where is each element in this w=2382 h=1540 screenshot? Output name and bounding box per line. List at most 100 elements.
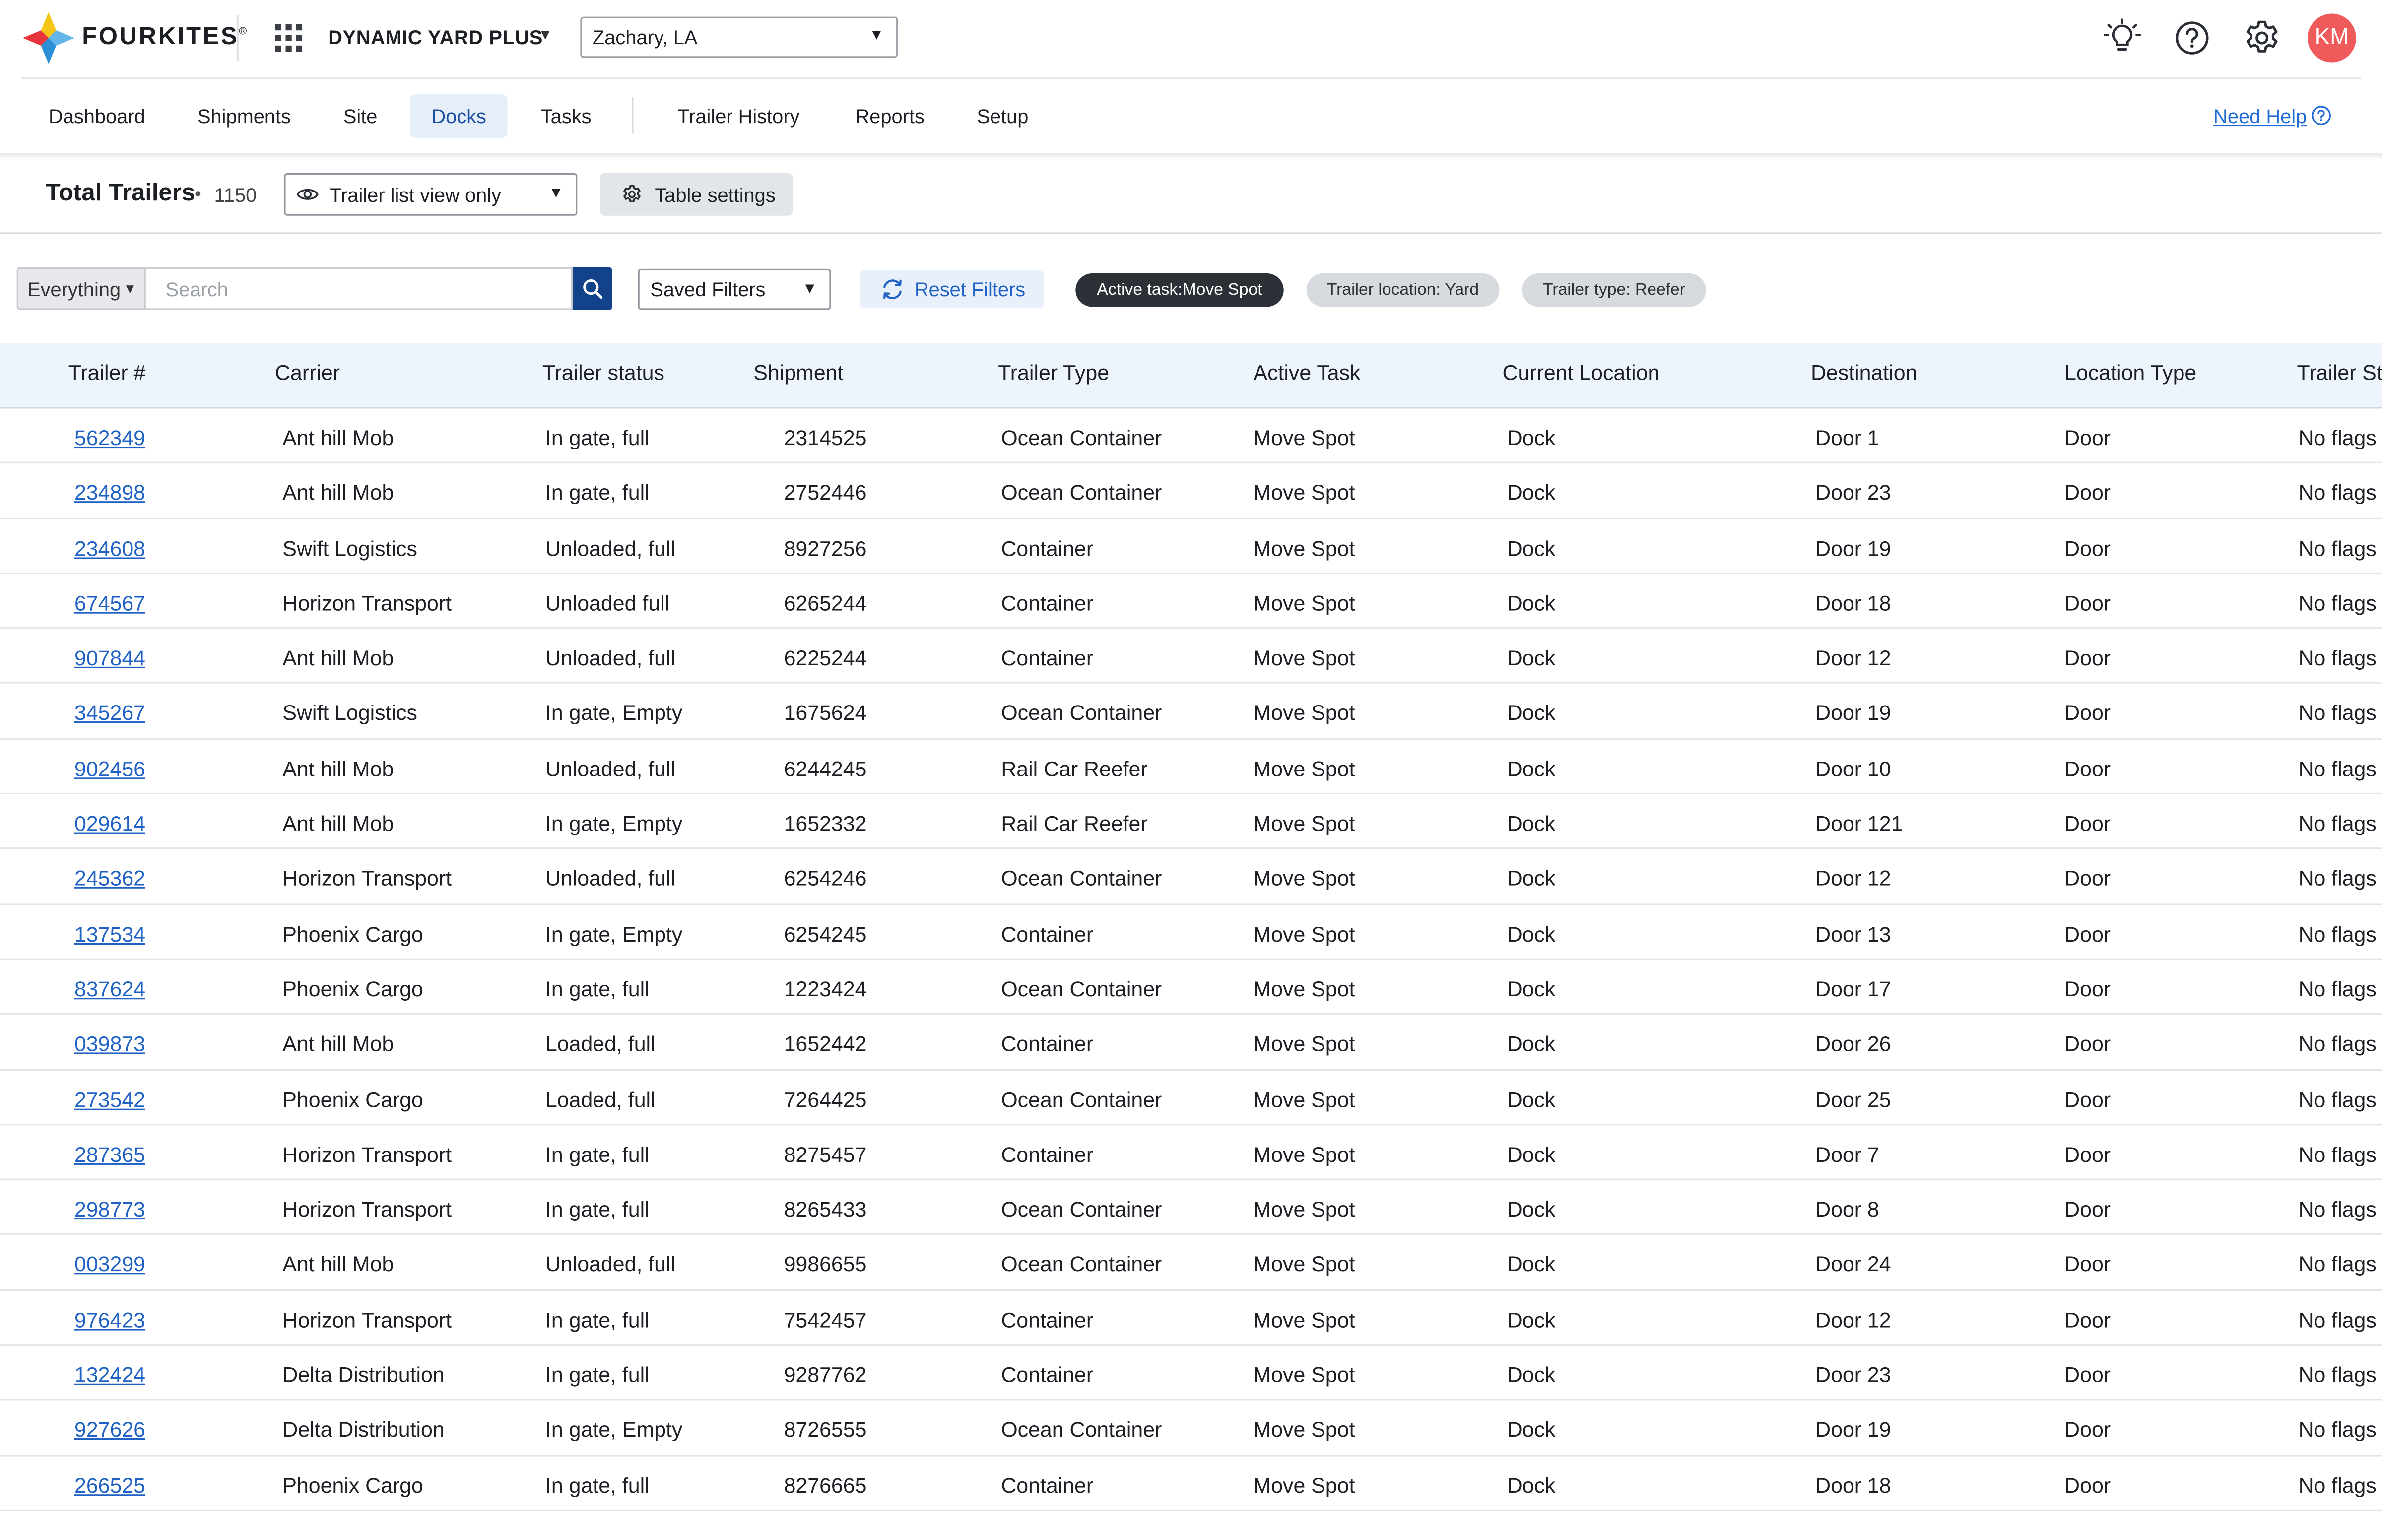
nav-item-setup[interactable]: Setup	[977, 94, 1028, 138]
current-location-cell: Dock	[1507, 756, 1556, 780]
carrier-cell: Delta Distribution	[282, 1417, 445, 1442]
nav-item-dashboard[interactable]: Dashboard	[49, 94, 145, 138]
table-row[interactable]: 245362 Horizon Transport Unloaded, full 625…	[0, 849, 2382, 905]
trailer-number-link[interactable]: 562349	[74, 425, 145, 449]
table-row[interactable]: 234898 Ant hill Mob In gate, full 2752446 Oc…	[0, 464, 2382, 519]
nav-item-trailer-history[interactable]: Trailer History	[677, 94, 799, 138]
nav-item-site[interactable]: Site	[343, 94, 378, 138]
location-type-cell: Door	[2064, 976, 2111, 1001]
current-location-cell: Dock	[1507, 1417, 1556, 1442]
trailer-number-link[interactable]: 039873	[74, 1031, 145, 1056]
filter-chip-trailer-type[interactable]: Trailer type: Reefer	[1522, 273, 1706, 307]
apps-grid-icon[interactable]	[275, 24, 303, 52]
table-row[interactable]: 132424 Delta Distribution In gate, full 928…	[0, 1346, 2382, 1401]
app-switcher-caret-icon[interactable]: ▼	[538, 27, 553, 44]
location-select-value: Zachary, LA	[592, 26, 698, 49]
trailer-number-link[interactable]: 907844	[74, 646, 145, 670]
nav-item-reports[interactable]: Reports	[855, 94, 924, 138]
search-scope-select[interactable]: Everything ▼	[16, 267, 146, 310]
trailer-number-link[interactable]: 287365	[74, 1142, 145, 1166]
column-header-carrier[interactable]: Carrier	[275, 360, 340, 385]
help-circle-small-icon[interactable]	[2311, 105, 2332, 126]
table-row[interactable]: 674567 Horizon Transport Unloaded full 6265…	[0, 574, 2382, 629]
trailer-flags-cell: No flags	[2298, 756, 2377, 780]
column-header-trailer-status-flags[interactable]: Trailer St	[2297, 360, 2382, 385]
search-button[interactable]	[573, 267, 612, 310]
trailer-number-link[interactable]: 137534	[74, 921, 145, 946]
active-task-cell: Move Spot	[1253, 756, 1355, 780]
trailer-number-link[interactable]: 234898	[74, 480, 145, 505]
gear-icon[interactable]	[2242, 18, 2282, 58]
table-row[interactable]: 003299 Ant hill Mob Unloaded, full 9986655 O…	[0, 1235, 2382, 1291]
trailer-flags-cell: No flags	[2298, 1307, 2377, 1332]
column-header-trailer-type[interactable]: Trailer Type	[998, 360, 1109, 385]
eye-icon	[296, 189, 319, 200]
help-circle-icon[interactable]	[2173, 18, 2212, 58]
column-header-active-task[interactable]: Active Task	[1253, 360, 1360, 385]
table-row[interactable]: 137534 Phoenix Cargo In gate, Empty 6254245…	[0, 904, 2382, 960]
nav-item-tasks[interactable]: Tasks	[541, 94, 592, 138]
table-row[interactable]: 927626 Delta Distribution In gate, Empty 87…	[0, 1401, 2382, 1456]
filter-chip-trailer-location[interactable]: Trailer location: Yard	[1306, 273, 1500, 307]
current-location-cell: Dock	[1507, 1197, 1556, 1221]
table-row[interactable]: 837624 Phoenix Cargo In gate, full 1223424 O…	[0, 960, 2382, 1015]
trailer-number-link[interactable]: 273542	[74, 1087, 145, 1111]
trailer-number-link[interactable]: 298773	[74, 1197, 145, 1221]
app-name[interactable]: DYNAMIC YARD PLUS	[328, 26, 543, 49]
table-row[interactable]: 562349 Ant hill Mob In gate, full 2314525 Oc…	[0, 408, 2382, 464]
table-row[interactable]: 907844 Ant hill Mob Unloaded, full 6225244 C…	[0, 629, 2382, 685]
trailer-number-link[interactable]: 245362	[74, 866, 145, 891]
trailer-number-link[interactable]: 345267	[74, 701, 145, 725]
need-help-link[interactable]: Need Help	[2213, 105, 2307, 128]
table-settings-button[interactable]: Table settings	[600, 173, 793, 216]
shipment-cell: 8276665	[784, 1473, 867, 1497]
shipment-cell: 6254245	[784, 921, 867, 946]
column-header-location-type[interactable]: Location Type	[2064, 360, 2196, 385]
trailer-flags-cell: No flags	[2298, 1252, 2377, 1277]
trailer-number-link[interactable]: 837624	[74, 976, 145, 1001]
location-type-cell: Door	[2064, 1087, 2111, 1111]
trailer-status-cell: Unloaded, full	[545, 756, 676, 780]
column-header-trailer-status[interactable]: Trailer status	[542, 360, 664, 385]
trailer-number-link[interactable]: 132424	[74, 1362, 145, 1387]
trailer-number-link[interactable]: 234608	[74, 535, 145, 560]
nav-item-shipments[interactable]: Shipments	[198, 94, 291, 138]
trailer-number-link[interactable]: 674567	[74, 590, 145, 615]
table-row[interactable]: 298773 Horizon Transport In gate, full 8265…	[0, 1180, 2382, 1236]
table-row[interactable]: 029614 Ant hill Mob In gate, Empty 1652332 R…	[0, 794, 2382, 850]
search-input[interactable]	[145, 267, 573, 310]
table-row[interactable]: 273542 Phoenix Cargo Loaded, full 7264425 Oc…	[0, 1070, 2382, 1125]
saved-filters-select[interactable]: Saved Filters ▼	[638, 268, 831, 310]
location-type-cell: Door	[2064, 1473, 2111, 1497]
trailer-number-link[interactable]: 003299	[74, 1252, 145, 1277]
count-separator: •	[194, 182, 201, 205]
trailer-number-link[interactable]: 029614	[74, 811, 145, 835]
trailer-number-link[interactable]: 976423	[74, 1307, 145, 1332]
nav-item-docks[interactable]: Docks	[410, 94, 508, 138]
trailer-number-link[interactable]: 902456	[74, 756, 145, 780]
view-mode-select[interactable]: Trailer list view only ▼	[284, 173, 578, 216]
trailer-number-link[interactable]: 927626	[74, 1417, 145, 1442]
column-header-shipment[interactable]: Shipment	[753, 360, 843, 385]
table-row[interactable]: 287365 Horizon Transport In gate, full 8275…	[0, 1125, 2382, 1181]
location-type-cell: Door	[2064, 1417, 2111, 1442]
lightbulb-icon[interactable]	[2103, 18, 2142, 58]
location-select[interactable]: Zachary, LA ▼	[580, 16, 898, 58]
user-avatar[interactable]: KM	[2307, 13, 2356, 63]
table-row[interactable]: 234608 Swift Logistics Unloaded, full 89272…	[0, 519, 2382, 574]
table-row[interactable]: 039873 Ant hill Mob Loaded, full 1652442 Con…	[0, 1015, 2382, 1070]
brand-logo[interactable]: FOURKITES®	[21, 10, 249, 65]
column-header-trailer-number[interactable]: Trailer #	[68, 360, 146, 385]
table-row[interactable]: 976423 Horizon Transport In gate, full 7542…	[0, 1290, 2382, 1346]
carrier-cell: Swift Logistics	[282, 535, 417, 560]
column-header-current-location[interactable]: Current Location	[1503, 360, 1660, 385]
table-row[interactable]: 902456 Ant hill Mob Unloaded, full 6244245 R…	[0, 739, 2382, 795]
filter-chip-active-task[interactable]: Active task:Move Spot	[1075, 273, 1284, 307]
table-row[interactable]: 266525 Phoenix Cargo In gate, full 8276665 C…	[0, 1456, 2382, 1511]
trailer-flags-cell: No flags	[2298, 701, 2377, 725]
trailer-number-link[interactable]: 266525	[74, 1473, 145, 1497]
reset-filters-button[interactable]: Reset Filters	[860, 270, 1044, 309]
shipment-cell: 6254246	[784, 866, 867, 891]
table-row[interactable]: 345267 Swift Logistics In gate, Empty 16756…	[0, 684, 2382, 740]
column-header-destination[interactable]: Destination	[1811, 360, 1917, 385]
